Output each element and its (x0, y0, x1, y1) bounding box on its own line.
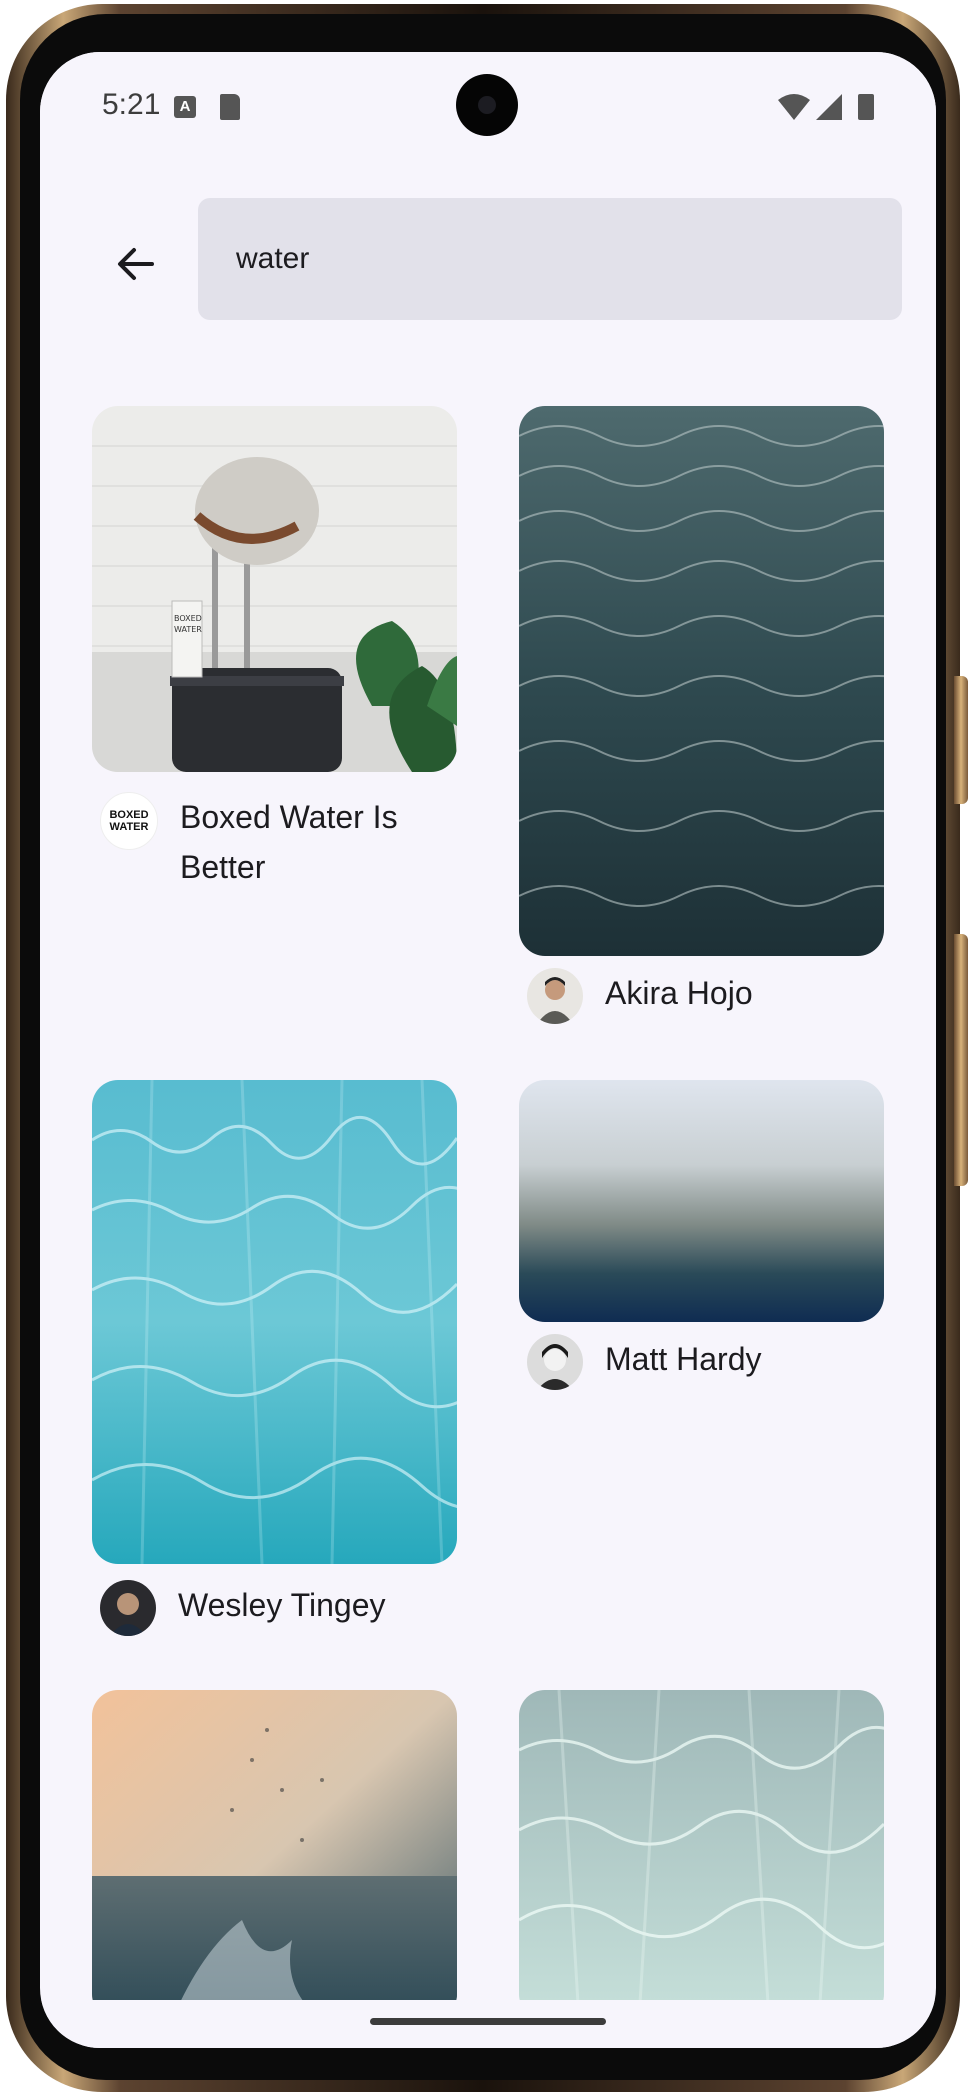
sd-card-icon (220, 94, 240, 120)
author-row: Wesley Tingey (100, 1580, 448, 1636)
result-card-matt-hardy[interactable]: Matt Hardy (519, 1080, 884, 1410)
arrow-back-icon (118, 248, 154, 280)
front-camera (456, 74, 518, 136)
avatar-logo-text: BOXED WATER (109, 809, 149, 833)
power-button (954, 676, 968, 804)
author-row: Matt Hardy (527, 1334, 875, 1390)
avatar (527, 968, 583, 1024)
author-name: Wesley Tingey (178, 1587, 386, 1623)
back-button[interactable] (96, 224, 176, 304)
search-field[interactable] (198, 198, 902, 320)
phone-frame: 5:21 A water BOXED WATER BOXED WATER Box… (6, 4, 968, 2092)
author-row: BOXED WATER Boxed Water Is Better (100, 792, 450, 892)
a-icon: A (174, 96, 196, 118)
screen: 5:21 A water BOXED WATER BOXED WATER Box… (40, 52, 936, 2048)
photo-thumbnail[interactable] (519, 1690, 884, 2020)
svg-text:WATER: WATER (174, 625, 202, 634)
signal-icon (816, 94, 842, 120)
home-indicator[interactable] (370, 2018, 606, 2025)
photo-thumbnail[interactable] (92, 1690, 457, 2020)
photo-thumbnail[interactable] (519, 1080, 884, 1322)
status-bar: 5:21 A (40, 52, 936, 160)
system-icons (778, 94, 874, 120)
author-name: Akira Hojo (605, 975, 753, 1011)
avatar (100, 1580, 156, 1636)
photo-thumbnail[interactable] (92, 1080, 457, 1564)
result-card-boxed-water[interactable]: BOXED WATER BOXED WATER Boxed Water Is B… (92, 406, 457, 886)
result-card-clear-water[interactable] (519, 1690, 884, 2020)
avatar: BOXED WATER (100, 792, 158, 850)
status-time: 5:21 (102, 88, 161, 121)
result-card-akira-hojo[interactable]: Akira Hojo (519, 406, 884, 1046)
author-name: Matt Hardy (605, 1341, 762, 1377)
avatar (527, 1334, 583, 1390)
svg-text:BOXED: BOXED (174, 614, 202, 623)
wifi-icon (778, 94, 810, 120)
result-card-wesley-tingey[interactable]: Wesley Tingey (92, 1080, 457, 1680)
photo-thumbnail[interactable]: BOXED WATER (92, 406, 457, 772)
photo-thumbnail[interactable] (519, 406, 884, 956)
author-name: Boxed Water Is Better (180, 799, 398, 885)
author-row: Akira Hojo (527, 968, 875, 1024)
result-card-splash[interactable] (92, 1690, 457, 2020)
volume-button (954, 934, 968, 1186)
battery-icon (858, 94, 874, 120)
search-input[interactable] (234, 241, 838, 277)
